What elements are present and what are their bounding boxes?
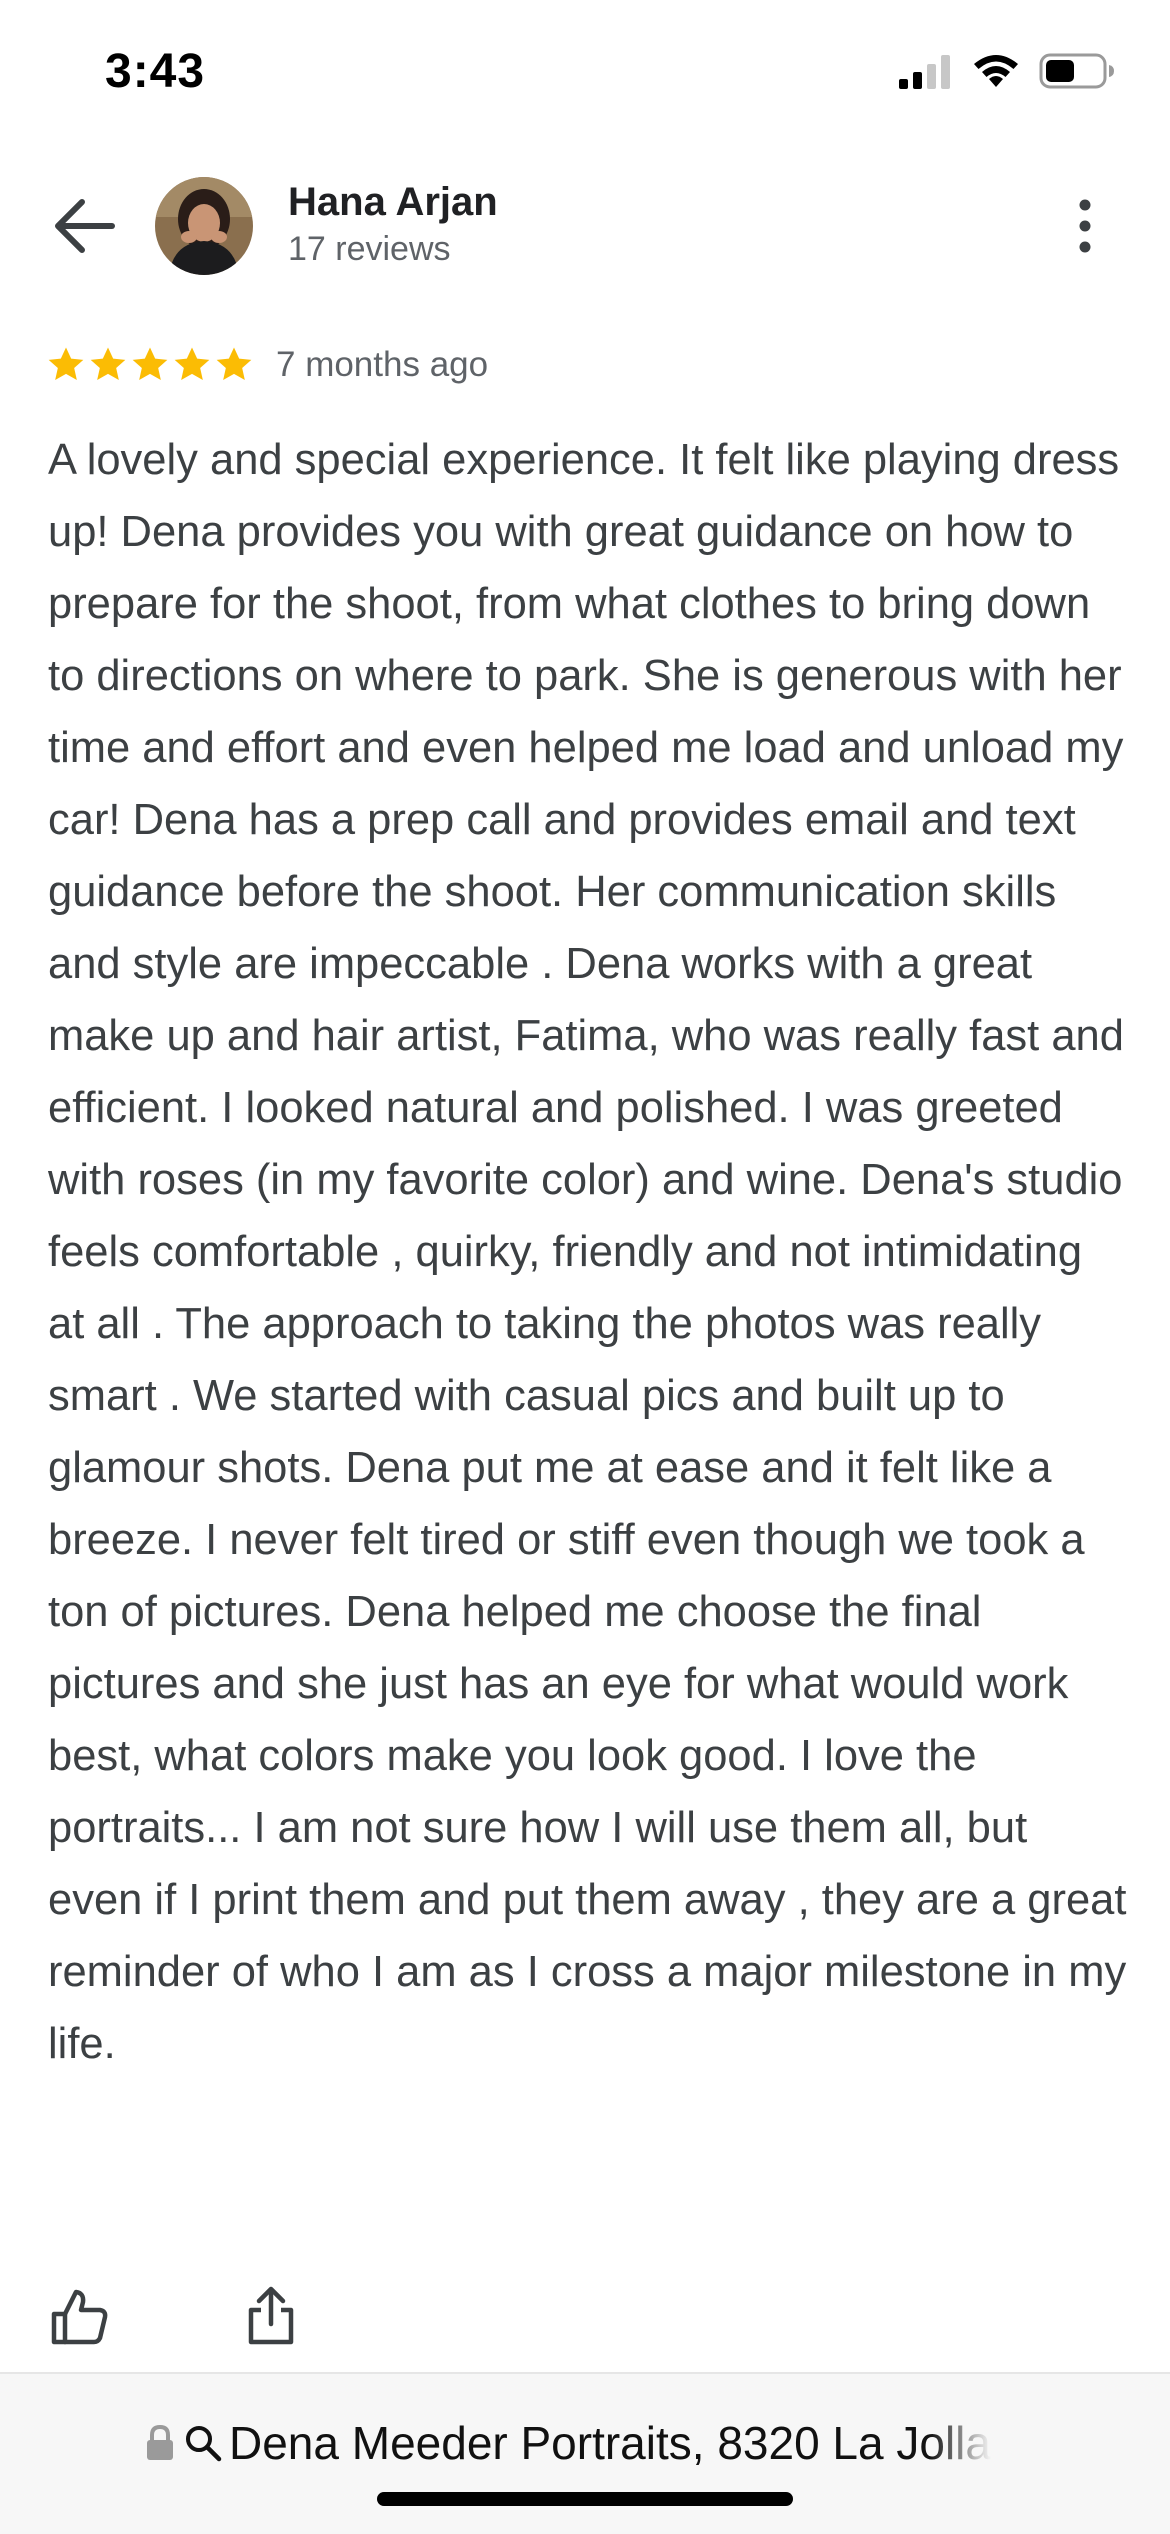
url-text[interactable]: Dena Meeder Portraits, 8320 La Jolla	[229, 2416, 991, 2470]
home-indicator	[377, 2492, 793, 2506]
status-icons	[899, 52, 1115, 90]
share-icon[interactable]	[243, 2286, 299, 2346]
reviewer-name[interactable]: Hana Arjan	[288, 180, 498, 225]
lock-icon	[147, 2424, 173, 2460]
search-icon	[186, 2426, 222, 2462]
status-time: 3:43	[105, 45, 206, 98]
thumbs-up-icon[interactable]	[50, 2288, 108, 2346]
review-header: Hana Arjan 17 reviews	[0, 170, 1170, 280]
star-rating	[46, 345, 254, 385]
star-icon	[174, 347, 210, 380]
rating-row: 7 months ago	[46, 340, 488, 390]
avatar[interactable]	[155, 177, 253, 275]
review-text: A lovely and special experience. It felt…	[48, 436, 1127, 2068]
star-icon	[90, 347, 126, 380]
star-icon	[132, 347, 168, 380]
more-vertical-icon[interactable]	[1070, 198, 1100, 254]
arrow-left-icon[interactable]	[52, 198, 116, 254]
wifi-icon	[974, 55, 1018, 87]
cellular-signal-icon	[899, 55, 950, 89]
url-content[interactable]: Dena Meeder Portraits, 8320 La Jolla	[145, 2416, 1025, 2470]
battery-icon	[1039, 53, 1114, 89]
star-icon	[48, 347, 84, 380]
browser-url-bar[interactable]: Dena Meeder Portraits, 8320 La Jolla	[0, 2372, 1170, 2534]
reviewer-review-count: 17 reviews	[288, 230, 451, 268]
review-time: 7 months ago	[276, 345, 489, 384]
status-bar: 3:43	[0, 0, 1170, 150]
star-icon	[216, 347, 252, 380]
